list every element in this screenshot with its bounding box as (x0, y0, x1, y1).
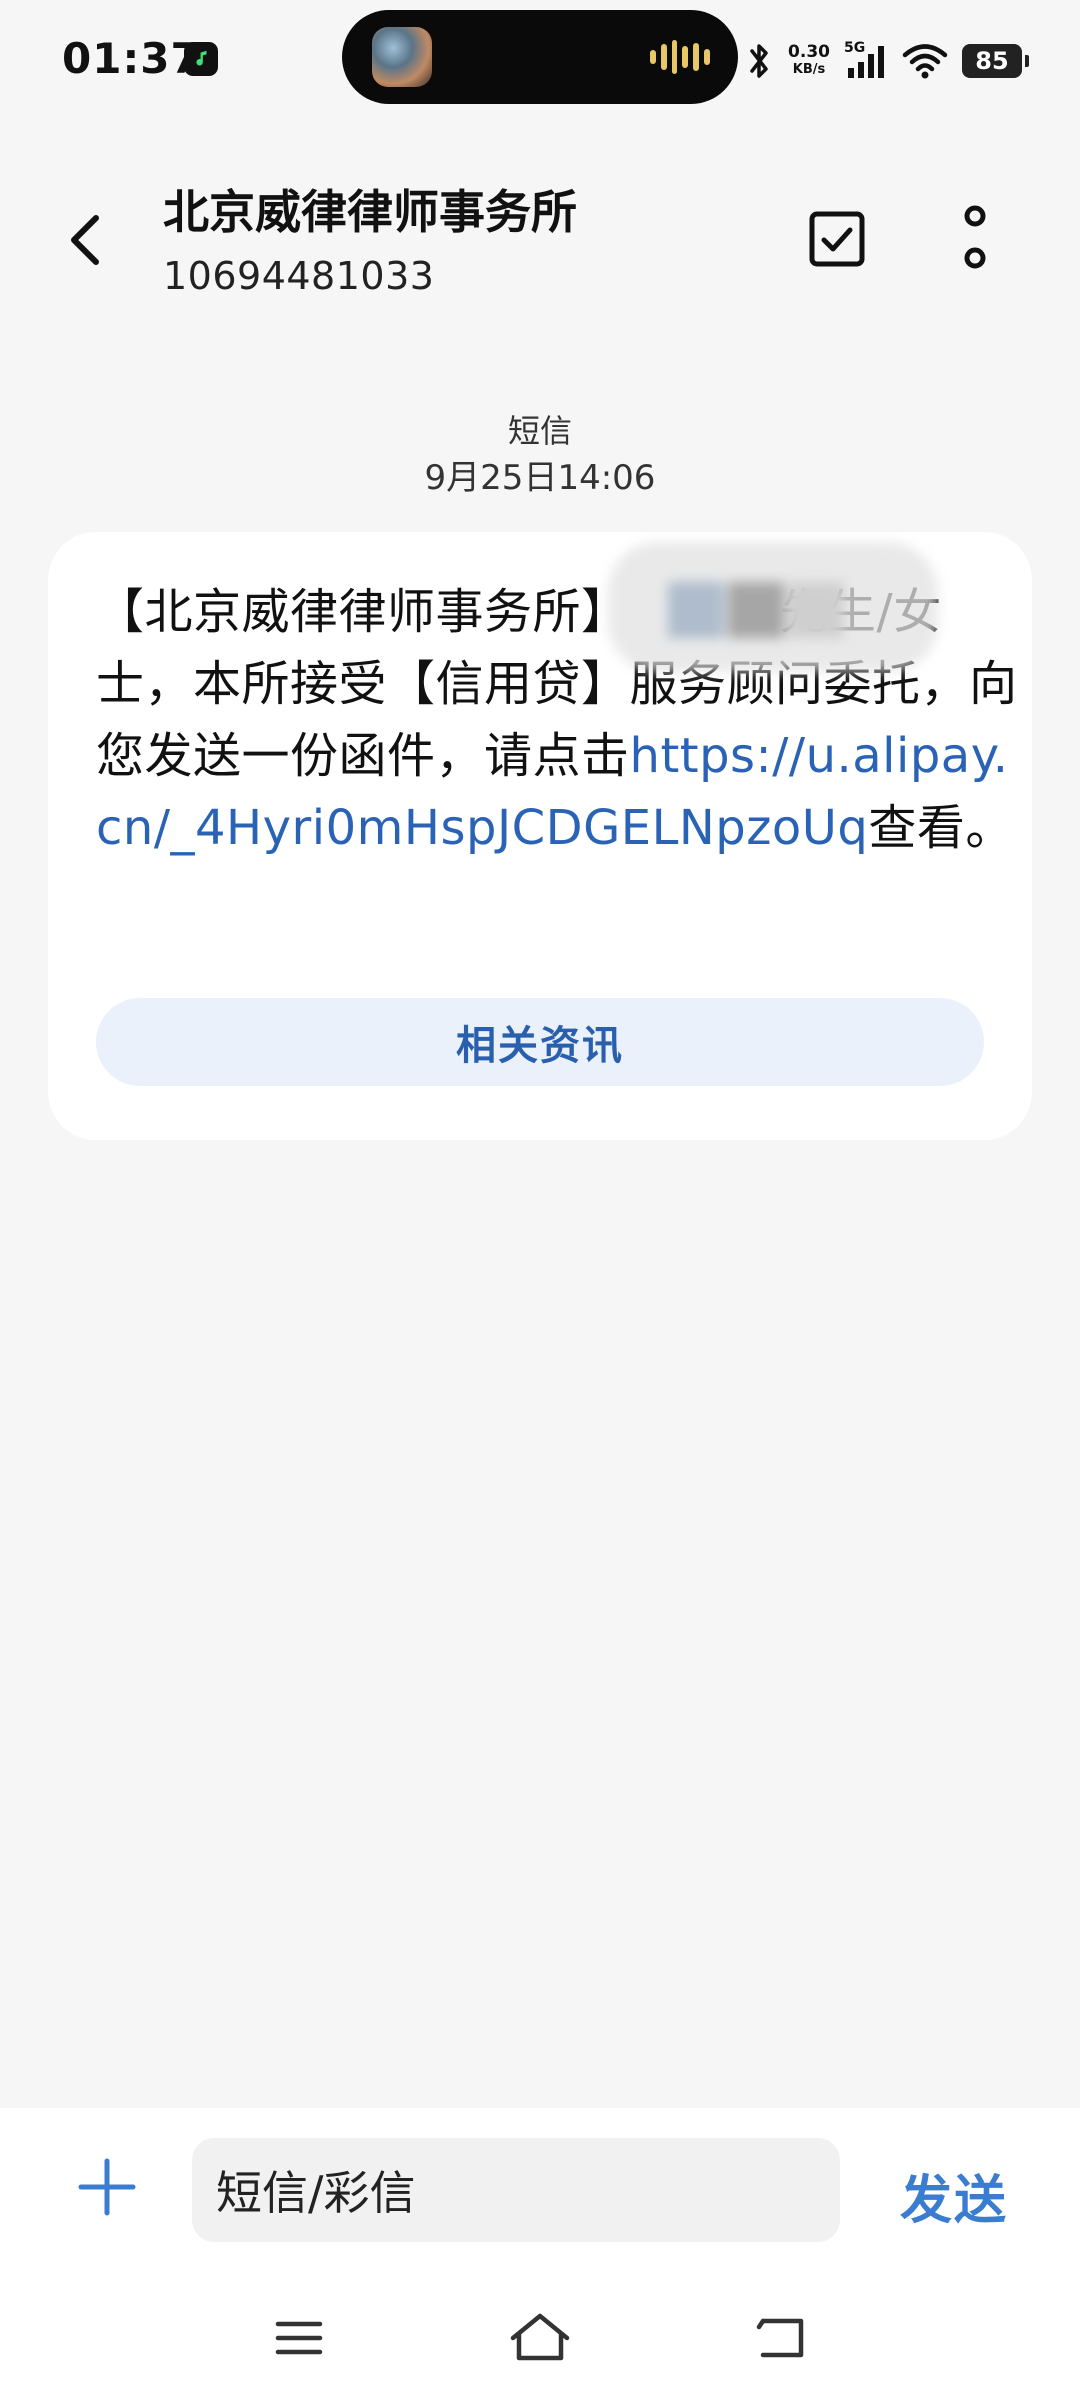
back-icon (756, 2318, 804, 2358)
menu-button[interactable] (264, 2308, 334, 2368)
music-icon (184, 42, 218, 76)
status-time: 01:37 (62, 34, 201, 83)
message-type-label: 短信 (507, 412, 572, 450)
wifi-icon (902, 44, 948, 79)
attach-button[interactable] (74, 2154, 140, 2220)
message-meta: 短信 9月25日14:06 (0, 408, 1080, 502)
conversation-header: 北京威律律师事务所 10694481033 (0, 160, 1080, 320)
media-thumbnail (372, 27, 432, 87)
contact-name: 北京威律律师事务所 (163, 185, 577, 239)
message-bubble[interactable]: 【北京威律律师事务所】先生/女士，本所接受【信用贷】服务顾问委托，向您发送一份函… (48, 532, 1032, 1140)
more-vertical-icon (964, 205, 986, 269)
chevron-left-icon (71, 215, 99, 265)
back-button[interactable] (56, 210, 116, 270)
battery-indicator: 85 (962, 44, 1029, 78)
message-text-end: 查看。 (868, 800, 1014, 856)
plus-icon (78, 2158, 136, 2216)
network-speed-unit: KB/s (792, 62, 826, 77)
contact-number: 10694481033 (163, 254, 435, 298)
status-bar: 01:37 0.30 KB/s 5G 85 (0, 0, 1080, 120)
network-speed-value: 0.30 (788, 42, 830, 62)
nav-back-button[interactable] (746, 2308, 816, 2368)
redaction-blur (608, 542, 938, 672)
audio-wave-icon (650, 40, 710, 74)
navigation-bar (0, 2290, 1080, 2380)
checkbox-icon (809, 211, 865, 267)
home-button[interactable] (505, 2308, 575, 2368)
send-button[interactable]: 发送 (900, 2158, 1008, 2233)
home-icon (510, 2313, 570, 2361)
message-timestamp: 9月25日14:06 (424, 458, 656, 498)
more-options-button[interactable] (942, 200, 1008, 276)
related-info-button[interactable]: 相关资讯 (96, 998, 984, 1086)
message-text-prefix: 【北京威律律师事务所】 (96, 584, 630, 640)
dynamic-island[interactable] (342, 10, 738, 104)
bluetooth-icon (750, 44, 768, 78)
signal-icon: 5G (844, 40, 888, 80)
select-messages-button[interactable] (804, 206, 870, 272)
network-speed: 0.30 KB/s (788, 43, 830, 79)
message-input[interactable]: 短信/彩信 (192, 2138, 840, 2242)
status-indicators: 0.30 KB/s 5G 85 (744, 36, 1029, 86)
menu-icon (275, 2321, 323, 2355)
network-type-label: 5G (844, 40, 866, 56)
